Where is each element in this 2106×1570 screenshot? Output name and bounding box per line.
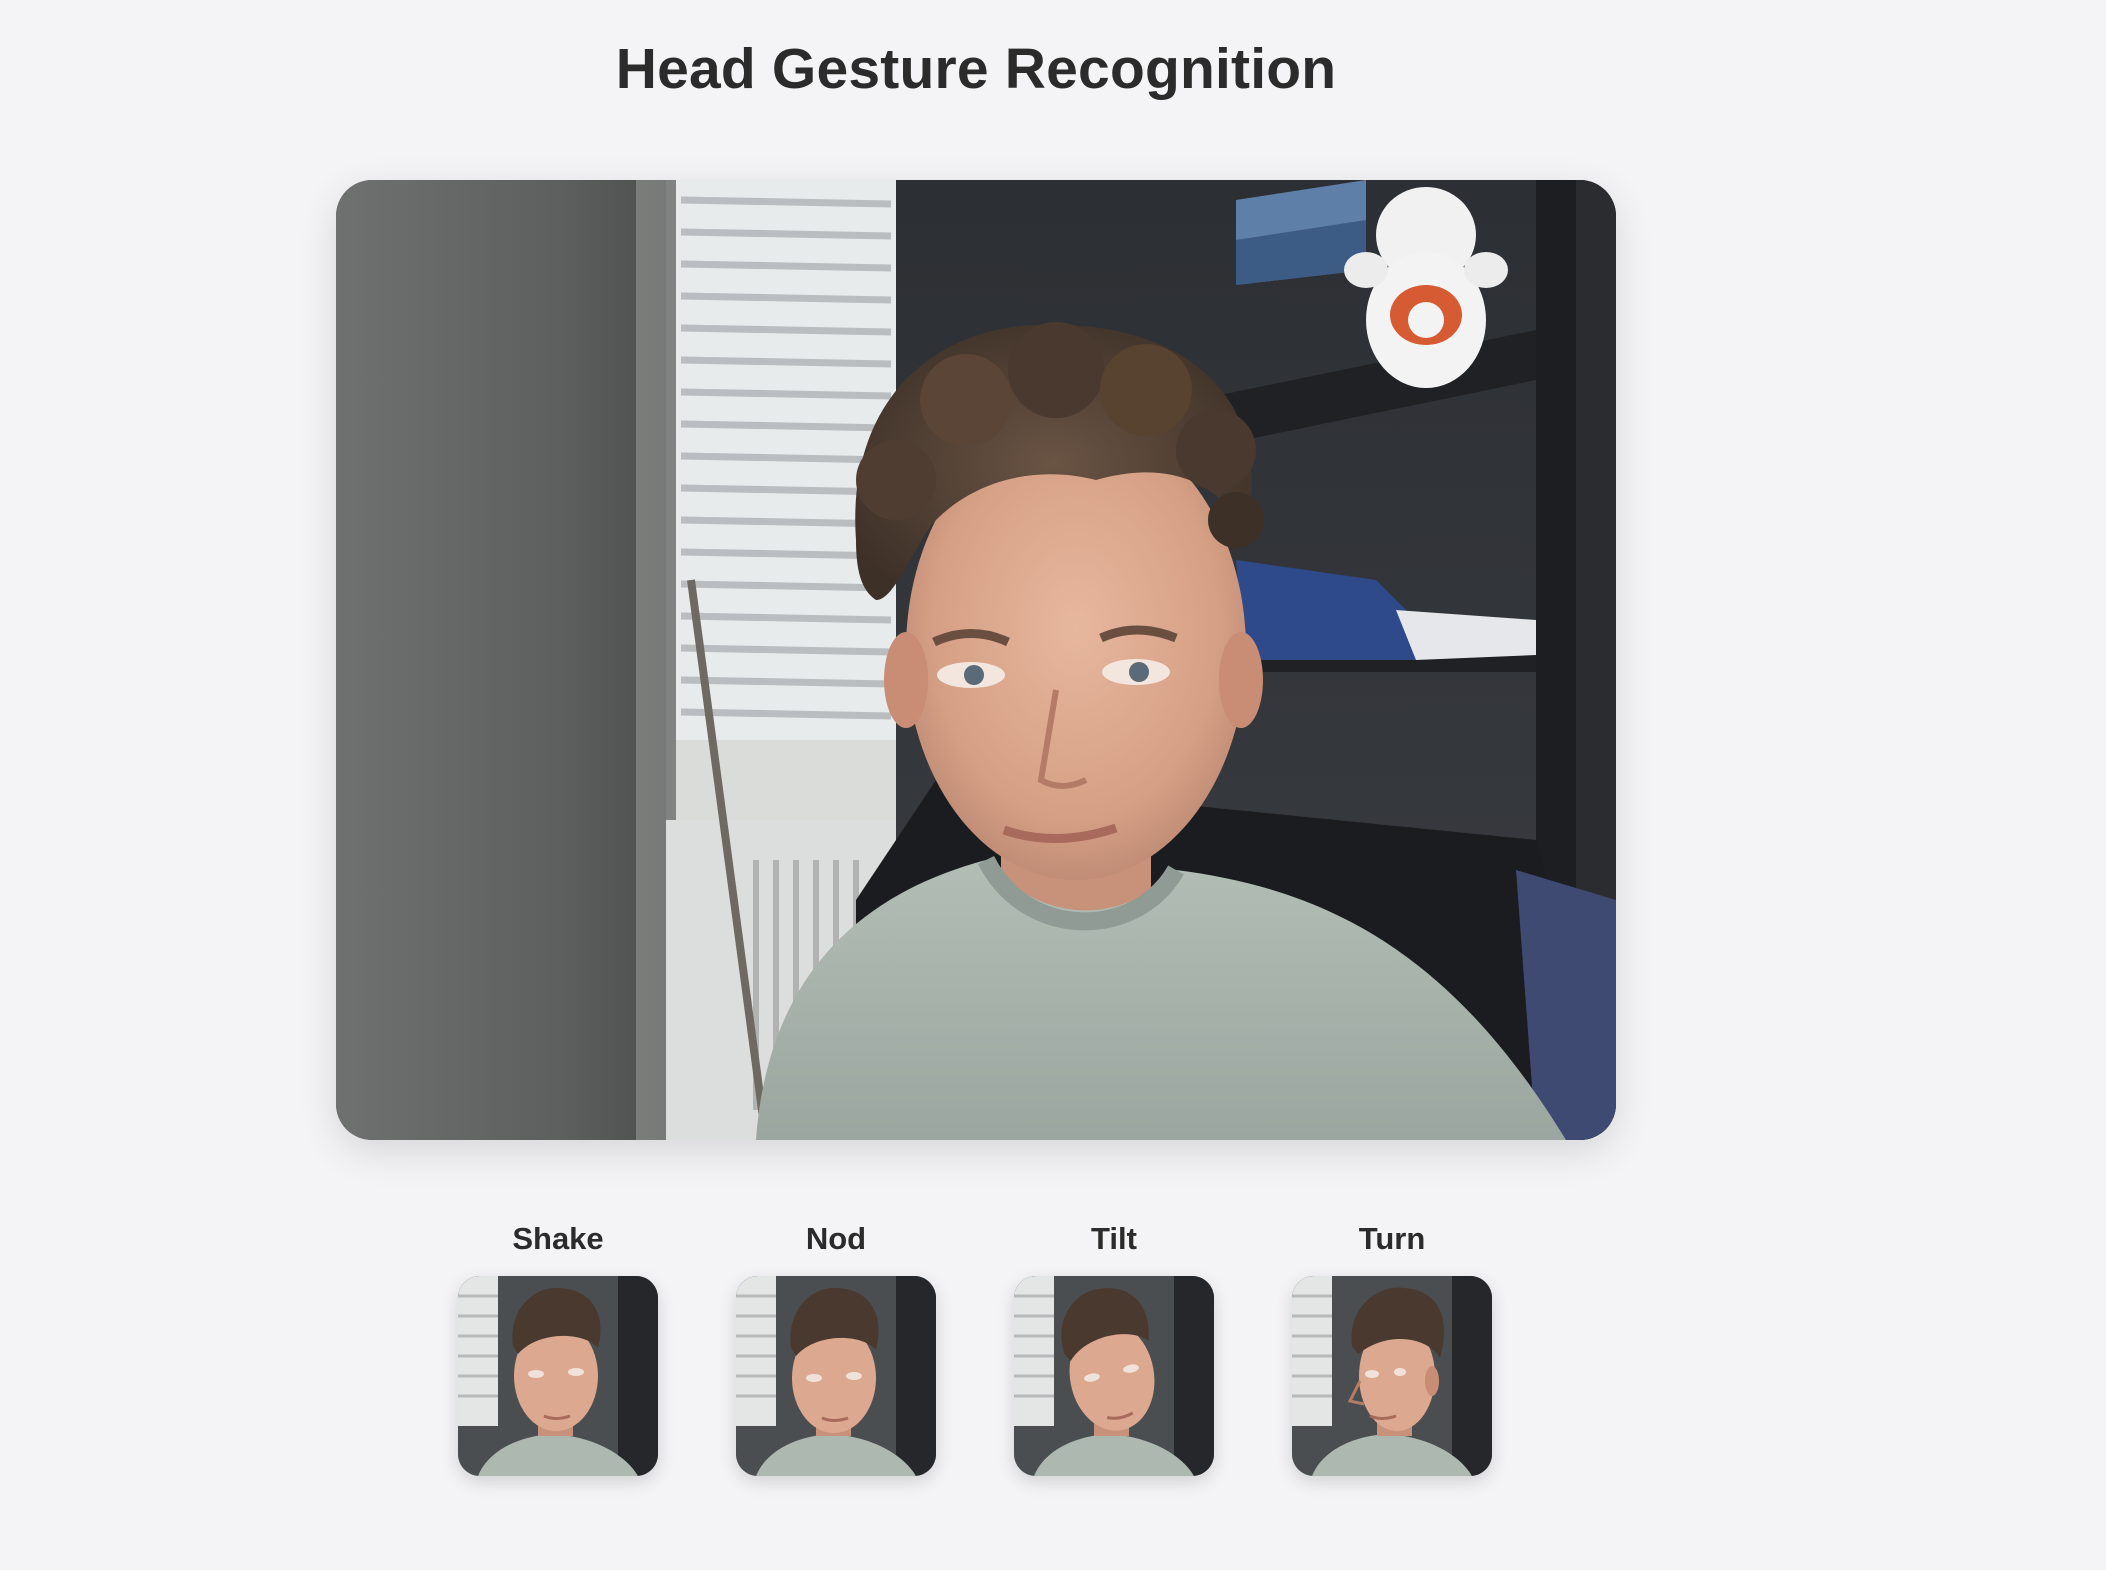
face-thumbnail-icon	[1292, 1276, 1492, 1476]
face-thumbnail-icon	[736, 1276, 936, 1476]
gesture-card-nod[interactable]: Nod	[736, 1218, 936, 1476]
gesture-thumbnail-shake[interactable]	[458, 1276, 658, 1476]
face-thumbnail-icon	[458, 1276, 658, 1476]
gesture-thumbnail-turn[interactable]	[1292, 1276, 1492, 1476]
gesture-card-shake[interactable]: Shake	[458, 1218, 658, 1476]
gesture-label-turn: Turn	[1358, 1221, 1426, 1256]
gesture-card-tilt[interactable]: Tilt	[1014, 1218, 1214, 1476]
webcam-scene-image	[336, 180, 1616, 1140]
face-thumbnail-icon	[1014, 1276, 1214, 1476]
gesture-examples: Shake Nod Tilt Turn	[0, 1218, 1952, 1478]
gesture-card-turn[interactable]: Turn	[1292, 1218, 1492, 1476]
gesture-label-nod: Nod	[805, 1221, 867, 1256]
gesture-label-tilt: Tilt	[1091, 1221, 1137, 1256]
page-title: Head Gesture Recognition	[615, 37, 1337, 101]
webcam-video	[336, 180, 1616, 1140]
gesture-thumbnail-nod[interactable]	[736, 1276, 936, 1476]
gesture-label-shake: Shake	[512, 1221, 604, 1256]
gesture-thumbnail-tilt[interactable]	[1014, 1276, 1214, 1476]
